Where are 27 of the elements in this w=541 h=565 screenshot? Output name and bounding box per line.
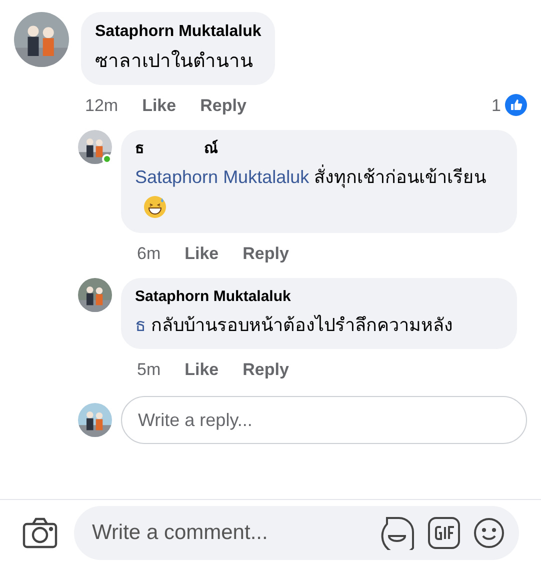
- sticker-icon[interactable]: [381, 516, 415, 550]
- like-link[interactable]: Like: [184, 356, 219, 382]
- comment-text: ซาลาเปาในตำนาน: [95, 49, 254, 74]
- emoji-icon[interactable]: [473, 516, 505, 548]
- reply-link[interactable]: Reply: [200, 92, 246, 118]
- like-link[interactable]: Like: [184, 240, 219, 266]
- reply-text: ธ กลับบ้านรอบหน้าต้องไปรำลึกความหลัง: [135, 314, 454, 336]
- gif-icon[interactable]: [427, 516, 461, 550]
- comment-bar[interactable]: Write a comment...: [74, 506, 519, 560]
- comment-input[interactable]: Write a comment...: [92, 516, 369, 548]
- reply-link[interactable]: Reply: [242, 356, 289, 382]
- reply-author: Sataphorn Muktalaluk: [135, 287, 292, 307]
- mention-link[interactable]: Sataphorn Muktalaluk: [135, 166, 310, 186]
- like-link[interactable]: Like: [142, 92, 176, 118]
- comment-time: 5m: [137, 358, 161, 380]
- reply-input[interactable]: Write a reply...: [121, 396, 527, 444]
- reply-text: Sataphorn Muktalaluk สั่งทุกเช้าก่อนเข้าเรียน: [135, 160, 503, 224]
- like-icon: [505, 94, 527, 116]
- sweat-smile-icon: [143, 194, 167, 218]
- reaction-count: 1: [492, 94, 501, 116]
- mention-link[interactable]: ธ: [135, 314, 146, 334]
- comment-time: 6m: [137, 242, 161, 264]
- camera-icon[interactable]: [22, 516, 58, 548]
- comment-author: Sataphorn Muktalaluk: [95, 22, 262, 42]
- comment-time: 12m: [85, 94, 118, 116]
- reply-link[interactable]: Reply: [242, 240, 289, 266]
- reply-author: ธ ณ์: [135, 138, 219, 159]
